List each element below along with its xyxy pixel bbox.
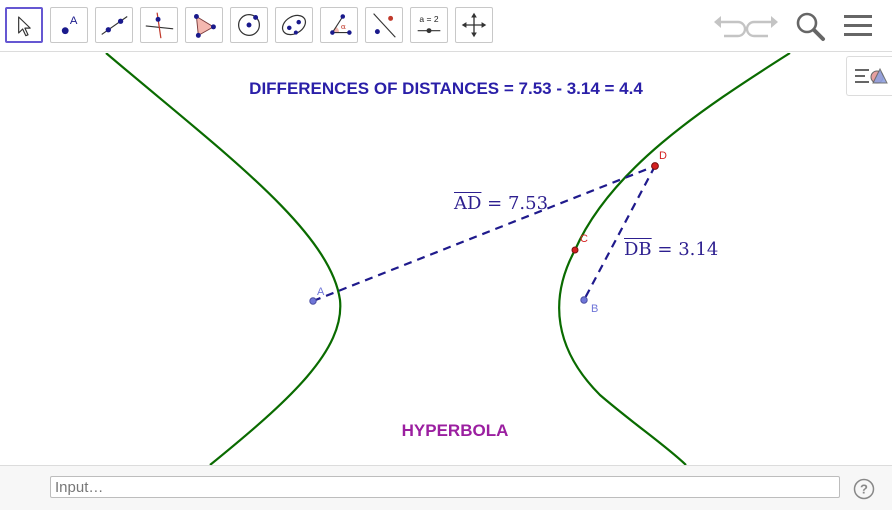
move-graphics-tool-button[interactable] — [455, 7, 493, 43]
ellipse-icon — [281, 14, 307, 36]
perpendicular-line-icon — [145, 12, 174, 39]
measure-ad-segment: AD — [454, 193, 482, 214]
angle-icon: α — [330, 14, 352, 35]
point-c[interactable] — [571, 246, 579, 254]
move-arrows-icon — [461, 12, 487, 38]
help-glyph: ? — [860, 482, 868, 497]
point-a[interactable] — [309, 297, 317, 305]
polygon-tool-button[interactable] — [185, 7, 223, 43]
reflect-tool-button[interactable] — [365, 7, 403, 43]
redo-button[interactable] — [745, 8, 782, 44]
point-tool-glyph: A — [70, 15, 78, 27]
label-d: D — [659, 150, 667, 162]
measure-db-segment: DB — [624, 239, 652, 260]
perpendicular-tool-button[interactable] — [140, 7, 178, 43]
label-a: A — [317, 286, 325, 298]
circle-icon — [237, 13, 261, 37]
measure-ad-value: = 7.53 — [487, 193, 549, 214]
point-d[interactable] — [651, 162, 659, 170]
main-menu-button[interactable] — [840, 8, 876, 44]
measure-db-value: = 3.14 — [657, 239, 719, 260]
angle-tool-button[interactable]: α — [320, 7, 358, 43]
style-bar-toggle-button[interactable] — [846, 56, 892, 96]
line-icon — [101, 16, 128, 35]
reflect-about-line-icon — [373, 13, 396, 38]
segment-ad[interactable] — [312, 164, 656, 303]
measure-ad: AD = 7.53 — [454, 193, 548, 214]
search-icon — [796, 12, 825, 41]
hyperbola-left-branch[interactable] — [105, 53, 342, 465]
differences-text-content: DIFFERENCES OF DISTANCES = 7.53 - 3.14 =… — [249, 79, 643, 98]
point-tool-button[interactable]: A — [50, 7, 88, 43]
undo-icon — [714, 16, 747, 38]
line-tool-button[interactable] — [95, 7, 133, 43]
construction-canvas — [105, 53, 791, 465]
ellipse-tool-button[interactable] — [275, 7, 313, 43]
angle-tool-glyph: α — [341, 22, 346, 31]
measure-db: DB = 3.14 — [624, 239, 718, 260]
move-tool-button[interactable] — [5, 7, 43, 43]
search-button[interactable] — [792, 8, 828, 44]
slider-tool-glyph: a = 2 — [419, 14, 438, 24]
undo-button[interactable] — [710, 8, 747, 44]
algebra-input-field[interactable] — [50, 476, 840, 498]
label-b: B — [591, 303, 599, 315]
polygon-icon — [193, 14, 216, 38]
redo-icon — [745, 16, 778, 38]
slider-icon: a = 2 — [417, 14, 441, 34]
point-b[interactable] — [580, 296, 588, 304]
graphics-view[interactable]: DIFFERENCES OF DISTANCES = 7.53 - 3.14 =… — [0, 53, 892, 465]
hyperbola-caption: HYPERBOLA — [401, 421, 509, 440]
hamburger-menu-icon — [844, 15, 872, 36]
help-icon[interactable]: ? — [853, 478, 875, 500]
slider-tool-button[interactable]: a = 2 — [410, 7, 448, 43]
label-c: C — [580, 233, 588, 245]
toolbar: A α a = 2 — [0, 0, 892, 52]
style-bar-icon — [855, 67, 888, 84]
circle-tool-button[interactable] — [230, 7, 268, 43]
point-icon: A — [61, 15, 78, 35]
segment-db[interactable] — [583, 165, 656, 301]
input-bar: ? — [0, 465, 892, 510]
differences-text: DIFFERENCES OF DISTANCES = 7.53 - 3.14 =… — [0, 79, 892, 99]
cursor-arrow-icon — [18, 16, 31, 37]
